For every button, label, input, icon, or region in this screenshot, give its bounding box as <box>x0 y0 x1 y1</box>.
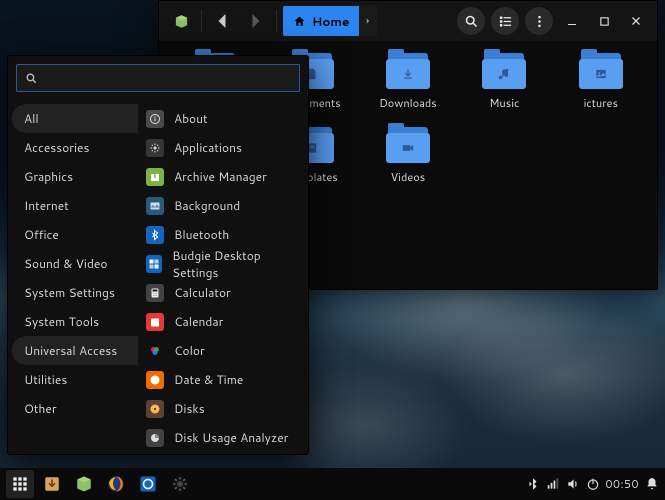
app-label: Color <box>174 342 205 359</box>
pie-icon <box>146 429 164 447</box>
app-label: Background <box>174 197 240 214</box>
category-other[interactable]: Other <box>12 394 138 423</box>
notifications-tray-icon[interactable] <box>645 477 659 491</box>
panel-tray: 00:50 <box>526 476 660 492</box>
color-icon <box>146 342 164 360</box>
info-icon <box>146 110 164 128</box>
gear-icon <box>146 139 164 157</box>
calc-icon <box>146 284 164 302</box>
menu-search-field[interactable] <box>16 64 300 92</box>
app-label: Bluetooth <box>174 226 229 243</box>
folder-downloads[interactable]: Downloads <box>372 53 444 111</box>
minimize-button[interactable] <box>559 8 585 34</box>
app-disks[interactable]: Disks <box>138 394 304 423</box>
forward-button[interactable] <box>242 7 270 35</box>
application-list: About Applications Archive Manager Backgrou… <box>138 100 308 454</box>
folder-label: Videos <box>391 169 426 185</box>
menu-search-input[interactable] <box>46 70 291 87</box>
file-manager-titlebar: Home <box>159 1 657 41</box>
bottom-panel: 00:50 <box>0 468 665 500</box>
app-label: About <box>174 110 208 127</box>
app-label: Archive Manager <box>174 168 267 185</box>
folder-label: Music <box>489 95 519 111</box>
folder-music[interactable]: Music <box>468 53 540 111</box>
app-calculator[interactable]: Calculator <box>138 278 304 307</box>
app-label: Disks <box>174 400 205 417</box>
category-list: AllAccessoriesGraphicsInternetOfficeSoun… <box>8 100 138 454</box>
path-home-button[interactable]: Home <box>283 6 359 36</box>
folder-pictures[interactable]: ictures <box>565 53 637 111</box>
folder-videos[interactable]: Videos <box>372 127 444 185</box>
file-manager-app-icon <box>167 7 195 35</box>
app-budgie-desktop-settings[interactable]: Budgie Desktop Settings <box>138 249 304 278</box>
divider <box>201 10 202 32</box>
hamburger-menu-button[interactable] <box>525 7 553 35</box>
panel-app-icon[interactable] <box>134 470 162 498</box>
app-disk-usage-analyzer[interactable]: Disk Usage Analyzer <box>138 423 304 452</box>
panel-files-icon[interactable] <box>70 470 98 498</box>
category-accessories[interactable]: Accessories <box>12 133 138 162</box>
back-button[interactable] <box>208 7 236 35</box>
category-sound-video[interactable]: Sound & Video <box>12 249 138 278</box>
panel-firefox-icon[interactable] <box>102 470 130 498</box>
folder-icon <box>386 127 430 163</box>
app-bluetooth[interactable]: Bluetooth <box>138 220 304 249</box>
network-tray-icon[interactable] <box>546 477 560 491</box>
app-launcher-button[interactable] <box>6 470 34 498</box>
cal-icon <box>146 313 164 331</box>
volume-tray-icon[interactable] <box>566 477 580 491</box>
app-archive-manager[interactable]: Archive Manager <box>138 162 304 191</box>
disk-icon <box>146 400 164 418</box>
panel-update-icon[interactable] <box>38 470 66 498</box>
app-label: Calendar <box>174 313 223 330</box>
category-internet[interactable]: Internet <box>12 191 138 220</box>
path-bar[interactable]: Home <box>283 6 377 36</box>
category-graphics[interactable]: Graphics <box>12 162 138 191</box>
bluetooth-tray-icon[interactable] <box>526 477 540 491</box>
category-all[interactable]: All <box>12 104 138 133</box>
app-label: Calculator <box>174 284 231 301</box>
app-label: Disk Usage Analyzer <box>174 429 288 446</box>
category-utilities[interactable]: Utilities <box>12 365 138 394</box>
divider <box>276 10 277 32</box>
app-label: Date & Time <box>174 371 243 388</box>
app-about[interactable]: About <box>138 104 304 133</box>
app-background[interactable]: Background <box>138 191 304 220</box>
category-universal-access[interactable]: Universal Access <box>12 336 138 365</box>
folder-label: ictures <box>584 95 618 111</box>
panel-settings-icon[interactable] <box>166 470 194 498</box>
menu-search-row <box>8 56 308 100</box>
app-label: Budgie Desktop Settings <box>172 247 296 281</box>
app-label: Applications <box>174 139 242 156</box>
path-expand-icon[interactable] <box>359 6 377 36</box>
category-system-settings[interactable]: System Settings <box>12 278 138 307</box>
power-tray-icon[interactable] <box>586 477 600 491</box>
folder-icon <box>482 53 526 89</box>
folder-icon <box>579 53 623 89</box>
panel-clock[interactable]: 00:50 <box>606 476 640 492</box>
maximize-button[interactable] <box>591 8 617 34</box>
app-applications[interactable]: Applications <box>138 133 304 162</box>
search-icon <box>25 72 38 85</box>
application-menu: AllAccessoriesGraphicsInternetOfficeSoun… <box>7 55 309 455</box>
budgie-icon <box>146 255 162 273</box>
category-office[interactable]: Office <box>12 220 138 249</box>
clock-icon <box>146 371 164 389</box>
archive-icon <box>146 168 164 186</box>
folder-icon <box>386 53 430 89</box>
folder-label: Downloads <box>379 95 437 111</box>
app-displays[interactable]: Displays <box>138 452 304 454</box>
bt-icon <box>146 226 164 244</box>
search-button[interactable] <box>457 7 485 35</box>
view-toggle-button[interactable] <box>491 7 519 35</box>
category-system-tools[interactable]: System Tools <box>12 307 138 336</box>
path-home-label: Home <box>312 13 349 30</box>
close-button[interactable] <box>623 8 649 34</box>
app-date-time[interactable]: Date & Time <box>138 365 304 394</box>
bg-icon <box>146 197 164 215</box>
app-color[interactable]: Color <box>138 336 304 365</box>
app-calendar[interactable]: Calendar <box>138 307 304 336</box>
